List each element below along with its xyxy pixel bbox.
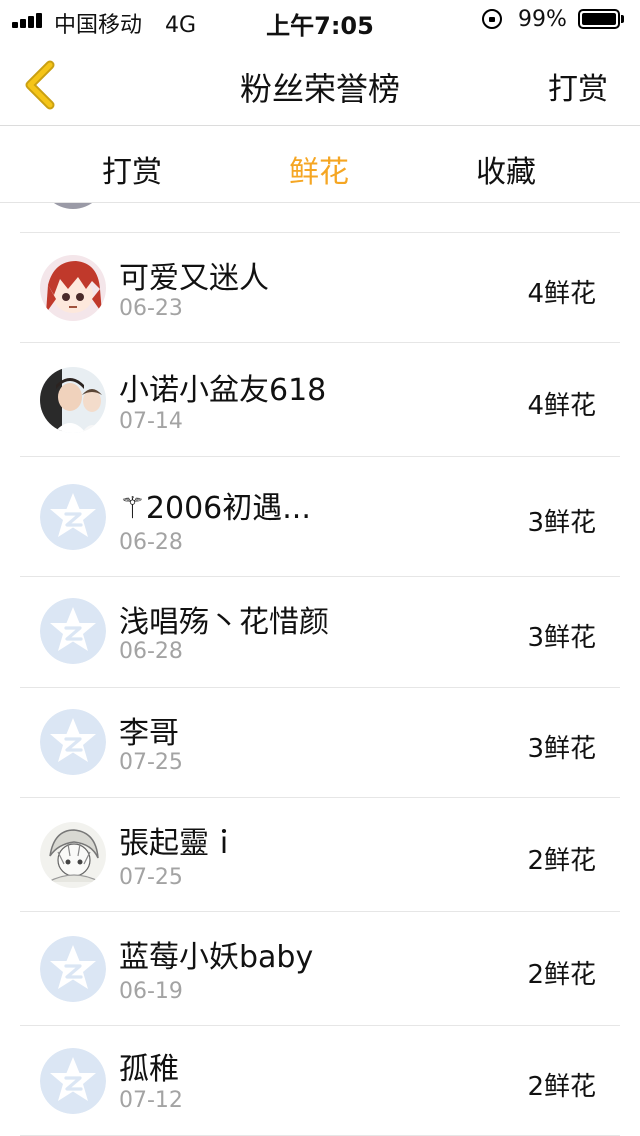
tab-flowers[interactable]: 鲜花 <box>259 147 379 191</box>
fan-name: 李哥 <box>119 716 179 751</box>
fan-name: 小诺小盆友618 <box>119 373 327 408</box>
fan-date: 07-25 <box>119 865 183 890</box>
tab-bar: 打赏 鲜花 收藏 <box>0 127 640 203</box>
flower-count: 3鲜花 <box>527 623 596 653</box>
fan-name: 可爱又迷人 <box>119 261 269 296</box>
flower-count: 3鲜花 <box>527 734 596 764</box>
default-avatar-icon <box>40 1048 106 1114</box>
status-bar: 中国移动 4G 上午7:05 99% <box>0 0 640 40</box>
fan-name: 孤稚 <box>119 1052 179 1087</box>
avatar <box>40 203 106 209</box>
flower-count: 2鲜花 <box>527 960 596 990</box>
fan-date: 06-28 <box>119 639 183 664</box>
reward-button[interactable]: 打赏 <box>548 64 608 108</box>
list-item[interactable]: ⚚2006初遇... 06-28 3鲜花 <box>20 457 620 577</box>
nav-bar: 粉丝荣誉榜 打赏 <box>0 40 640 126</box>
photo-avatar <box>40 367 106 433</box>
list-item[interactable]: 可爱又迷人 06-23 4鲜花 <box>20 233 620 343</box>
flower-count: 2鲜花 <box>527 846 596 876</box>
anime-girl-avatar <box>40 255 106 321</box>
default-avatar-icon <box>40 598 106 664</box>
fan-date: 06-23 <box>119 296 183 321</box>
fan-date: 07-14 <box>119 409 183 434</box>
fan-date: 07-25 <box>119 750 183 775</box>
fan-name: 張起靈ｉ <box>119 826 239 861</box>
list-item-partial <box>20 203 620 233</box>
list-item[interactable]: 孤稚 07-12 2鲜花 <box>20 1026 620 1136</box>
tab-favorites[interactable]: 收藏 <box>446 147 566 191</box>
fan-name: 浅唱殇丶花惜颜 <box>119 605 329 640</box>
default-avatar-icon <box>40 936 106 1002</box>
fan-name: ⚚2006初遇... <box>119 491 311 526</box>
list-item[interactable]: 浅唱殇丶花惜颜 06-28 3鲜花 <box>20 577 620 688</box>
battery-icon <box>578 9 620 29</box>
fan-date: 06-28 <box>119 530 183 555</box>
list-item[interactable]: 蓝莓小妖baby 06-19 2鲜花 <box>20 912 620 1026</box>
flower-count: 4鲜花 <box>527 391 596 421</box>
rotation-lock-icon <box>482 9 502 29</box>
battery-percent: 99% <box>518 7 567 32</box>
default-avatar-icon <box>40 709 106 775</box>
list-item[interactable]: 張起靈ｉ 07-25 2鲜花 <box>20 798 620 912</box>
fan-date: 07-12 <box>119 1088 183 1113</box>
fan-list[interactable]: 可爱又迷人 06-23 4鲜花 小诺小盆友618 07-14 4鲜花 ⚚2006… <box>0 203 640 1136</box>
default-avatar-icon <box>40 484 106 550</box>
battery-cap <box>621 15 624 23</box>
fan-date: 06-19 <box>119 979 183 1004</box>
flower-count: 3鲜花 <box>527 508 596 538</box>
fan-name: 蓝莓小妖baby <box>119 940 314 975</box>
flower-count: 2鲜花 <box>527 1072 596 1102</box>
sketch-avatar <box>40 822 106 888</box>
list-item[interactable]: 李哥 07-25 3鲜花 <box>20 688 620 798</box>
battery-level-fill <box>582 13 616 25</box>
page-title: 粉丝荣誉榜 <box>239 70 400 108</box>
tab-reward[interactable]: 打赏 <box>72 147 192 191</box>
flower-count: 4鲜花 <box>527 279 596 309</box>
list-item[interactable]: 小诺小盆友618 07-14 4鲜花 <box>20 343 620 457</box>
